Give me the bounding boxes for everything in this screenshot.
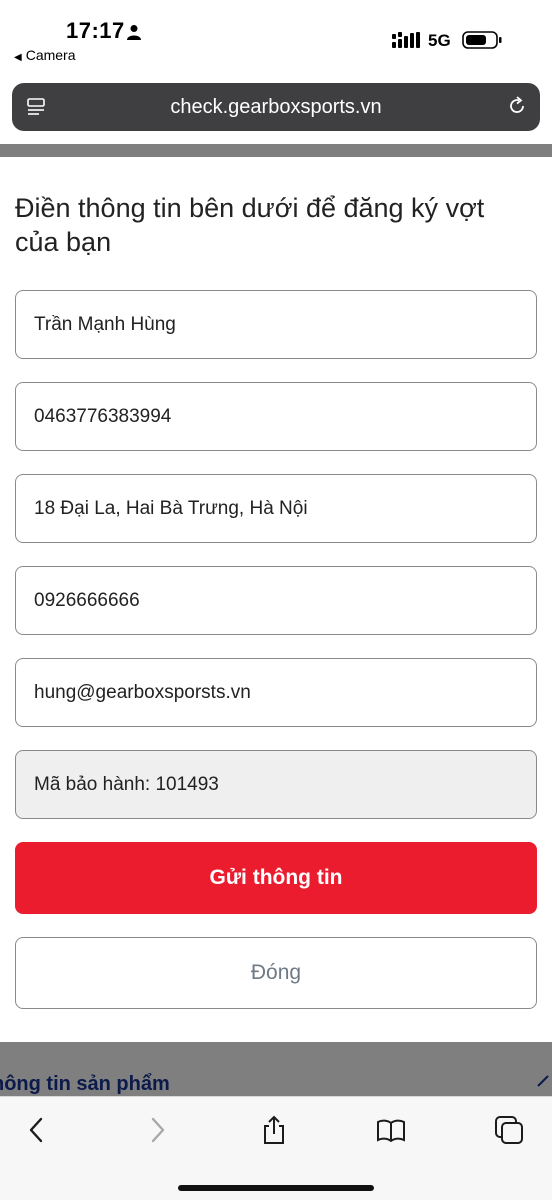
product-info-heading: hông tin sản phẩm (0, 1073, 170, 1095)
warranty-code-value: Mã bảo hành: 101493 (34, 774, 219, 795)
screen: 17:17 ◀ Camera 5G check.gearboxsports.vn… (0, 0, 552, 1200)
tabs-icon[interactable] (494, 1115, 524, 1145)
submit-button[interactable]: Gửi thông tin (15, 842, 537, 914)
name-field[interactable]: Trần Mạnh Hùng (15, 290, 537, 359)
url-text[interactable]: check.gearboxsports.vn (12, 96, 540, 119)
network-type: 5G (428, 31, 451, 50)
share-icon[interactable] (259, 1115, 289, 1145)
phone-field-value: 0926666666 (34, 590, 140, 611)
back-app-label: Camera (25, 47, 76, 63)
address-bar[interactable]: check.gearboxsports.vn (12, 83, 540, 131)
email-field-value: hung@gearboxsporsts.vn (34, 682, 251, 703)
id-number-field-value: 0463776383994 (34, 406, 172, 427)
browser-toolbar (0, 1096, 552, 1200)
bookmarks-icon[interactable] (376, 1115, 406, 1145)
home-indicator (178, 1185, 374, 1191)
email-field[interactable]: hung@gearboxsporsts.vn (15, 658, 537, 727)
person-icon (127, 25, 141, 40)
status-time: 17:17 (66, 18, 125, 43)
warranty-code-field: Mã bảo hành: 101493 (15, 750, 537, 819)
registration-modal: Điền thông tin bên dưới để đăng ký vợt c… (0, 157, 552, 1042)
name-field-value: Trần Mạnh Hùng (34, 314, 176, 335)
close-button[interactable]: Đóng (15, 937, 537, 1009)
phone-field[interactable]: 0926666666 (15, 566, 537, 635)
id-number-field[interactable]: 0463776383994 (15, 382, 537, 451)
browser-address-area: check.gearboxsports.vn (0, 80, 552, 144)
back-icon[interactable] (22, 1115, 52, 1145)
signal-icon (392, 32, 420, 48)
address-field[interactable]: 18 Đại La, Hai Bà Trưng, Hà Nội (15, 474, 537, 543)
background-page: hông tin sản phẩm (0, 1042, 552, 1100)
form-title: Điền thông tin bên dưới để đăng ký vợt c… (15, 193, 485, 257)
back-triangle-icon: ◀ (14, 52, 22, 63)
reload-icon[interactable] (506, 95, 528, 117)
status-bar: 17:17 ◀ Camera 5G (0, 0, 552, 80)
back-to-app-link[interactable]: ◀ Camera (14, 47, 76, 63)
forward-icon[interactable] (142, 1115, 172, 1145)
chevron-up-icon (537, 1075, 549, 1087)
address-field-value: 18 Đại La, Hai Bà Trưng, Hà Nội (34, 498, 308, 519)
battery-icon (462, 31, 502, 49)
